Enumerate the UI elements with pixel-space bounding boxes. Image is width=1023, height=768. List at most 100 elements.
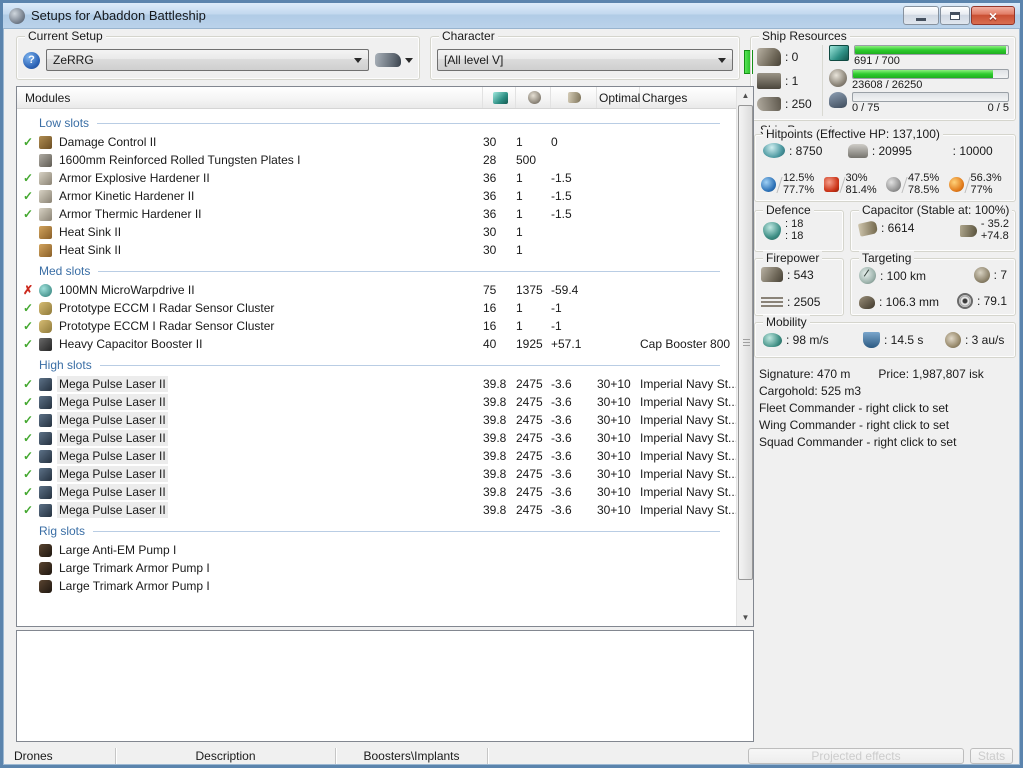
laser-icon [39,431,52,445]
close-button[interactable]: × [971,6,1015,25]
tab-description[interactable]: Description [116,748,336,764]
module-cpu-value: 30 [483,225,497,239]
tab-boosters-implants[interactable]: Boosters\Implants [336,748,488,764]
module-row[interactable]: Large Anti-EM Pump I [17,541,736,559]
module-row[interactable]: ✓ Prototype ECCM I Radar Sensor Cluster 16… [17,317,736,335]
module-row[interactable]: ✓ Mega Pulse Laser II 39.8 2475 -3.6 30+10 Imp… [17,375,736,393]
module-row[interactable]: ✓ Heavy Capacitor Booster II 40 1925 +57.1 Ca… [17,335,736,353]
check-icon: ✓ [22,449,34,463]
capacitor-column-header[interactable] [551,87,597,108]
calibration-icon [757,97,781,112]
optimal-column-header[interactable]: Optimal [597,87,640,108]
minimize-button[interactable] [903,6,939,25]
module-capacitor-value: -1.5 [551,189,572,203]
error-icon: ✗ [22,283,34,297]
module-cpu-value: 39.8 [483,449,507,463]
module-powergrid-value: 1375 [516,283,543,297]
module-name: Mega Pulse Laser II [57,502,168,518]
ship-icon [375,53,401,67]
module-row[interactable]: Large Trimark Armor Pump I [17,559,736,577]
setup-select[interactable]: ZeRRG [46,49,369,71]
module-row[interactable]: ✓ Mega Pulse Laser II 39.8 2475 -3.6 30+10 Imp… [17,411,736,429]
modules-column-header[interactable]: Modules [17,87,483,108]
slot-section-label: Med slots [39,264,91,278]
check-icon: ✓ [22,431,34,445]
module-row[interactable]: Heat Sink II 30 1 [17,241,736,259]
ship-menu-button[interactable] [375,53,413,67]
module-powergrid-value: 1 [516,319,523,333]
module-cpu-value: 39.8 [483,395,507,409]
cpu-column-header[interactable] [483,87,516,108]
scroll-up-icon[interactable]: ▲ [737,87,754,104]
max-targets-value: : 7 [993,268,1007,282]
module-optimal-value: 30+10 [597,449,631,463]
targeting-range-value: : 100 km [880,268,927,283]
module-row[interactable]: ✓ Armor Explosive Hardener II 36 1 -1.5 [17,169,736,187]
squad-commander-setter[interactable]: Squad Commander - right click to set [759,434,1019,451]
ship-resources-group: Ship Resources : 0 : 1 : 250 691 / 700 2… [750,29,1016,121]
module-row[interactable]: ✓ Damage Control II 30 1 0 [17,133,736,151]
laser-icon [39,395,52,409]
module-powergrid-value: 2475 [516,485,543,499]
module-row[interactable]: Large Trimark Armor Pump I [17,577,736,595]
scroll-down-icon[interactable]: ▼ [737,609,754,626]
module-row[interactable]: ✓ Armor Thermic Hardener II 36 1 -1.5 [17,205,736,223]
projected-effects-button[interactable]: Projected effects [748,748,964,764]
modules-scrollbar[interactable]: ▲ ▼ [736,87,753,626]
powergrid-column-header[interactable] [516,87,551,108]
hitpoints-group: Hitpoints (Effective HP: 137,100) : 8750… [754,127,1016,202]
character-select[interactable]: [All level V] [437,49,733,71]
module-name: Mega Pulse Laser II [57,448,168,464]
wing-commander-setter[interactable]: Wing Commander - right click to set [759,417,1019,434]
modules-list: Low slots ✓ Damage Control II 30 1 0 1600mm Re… [17,109,736,626]
microwarpdrive-icon [39,283,52,297]
cap-charge-icon [959,224,977,237]
module-row[interactable]: 1600mm Reinforced Rolled Tungsten Plates… [17,151,736,169]
module-row[interactable]: ✓ Mega Pulse Laser II 39.8 2475 -3.6 30+10 Imp… [17,393,736,411]
tab-drones[interactable]: Drones [6,748,116,764]
module-cpu-value: 39.8 [483,503,507,517]
modules-table-header[interactable]: Modules Optimal Charges [17,87,736,109]
module-row[interactable]: ✓ Mega Pulse Laser II 39.8 2475 -3.6 30+10 Imp… [17,501,736,519]
module-row[interactable]: ✓ Mega Pulse Laser II 39.8 2475 -3.6 30+10 Imp… [17,465,736,483]
scrollbar-thumb[interactable] [738,105,753,580]
powergrid-usage: 23608 / 26250 [852,78,923,91]
module-optimal-value: 30+10 [597,413,631,427]
module-cpu-value: 40 [483,337,497,351]
stats-button[interactable]: Stats [970,748,1013,764]
check-icon: ✓ [22,467,34,481]
slot-section-header: Rig slots [17,521,736,541]
detail-panel [16,630,754,742]
module-name: Prototype ECCM I Radar Sensor Cluster [59,301,275,315]
module-row[interactable]: ✓ Mega Pulse Laser II 39.8 2475 -3.6 30+10 Imp… [17,447,736,465]
module-row[interactable]: ✓ Armor Kinetic Hardener II 36 1 -1.5 [17,187,736,205]
title-bar[interactable]: Setups for Abaddon Battleship × [3,3,1020,29]
powergrid-icon [829,68,847,87]
mobility-group: Mobility : 98 m/s : 14.5 s : 3 au/s [754,315,1016,358]
fleet-commander-setter[interactable]: Fleet Commander - right click to set [759,400,1019,417]
charges-column-header[interactable]: Charges [640,87,736,108]
module-optimal-value: 30+10 [597,467,631,481]
module-capacitor-value: -3.6 [551,413,572,427]
thermal-resist-icon [823,177,839,192]
module-row[interactable]: ✗ 100MN MicroWarpdrive II 75 1375 -59.4 [17,281,736,299]
module-row[interactable]: ✓ Mega Pulse Laser II 39.8 2475 -3.6 30+10 Imp… [17,429,736,447]
module-row[interactable]: Heat Sink II 30 1 [17,223,736,241]
help-icon[interactable]: ? [23,51,40,69]
rig-icon [39,561,52,575]
module-charges-value: Imperial Navy St... [640,377,736,391]
laser-icon [39,413,52,427]
module-powergrid-value: 1925 [516,337,543,351]
capacitor-label: Capacitor (Stable at: 100%) [859,203,1013,217]
module-row[interactable]: ✓ Mega Pulse Laser II 39.8 2475 -3.6 30+10 Imp… [17,483,736,501]
module-charges-value: Imperial Navy St... [640,395,736,409]
maximize-button[interactable] [940,6,970,25]
module-powergrid-value: 2475 [516,449,543,463]
shield-hp-value: : 8750 [789,143,823,158]
thumb-grip-icon [743,338,750,346]
align-time-icon [863,332,880,348]
module-row[interactable]: ✓ Prototype ECCM I Radar Sensor Cluster 16… [17,299,736,317]
defence-label: Defence [763,203,814,217]
capacitor-recharge: +74.8 [980,230,1009,242]
module-name: Large Trimark Armor Pump I [59,561,210,575]
